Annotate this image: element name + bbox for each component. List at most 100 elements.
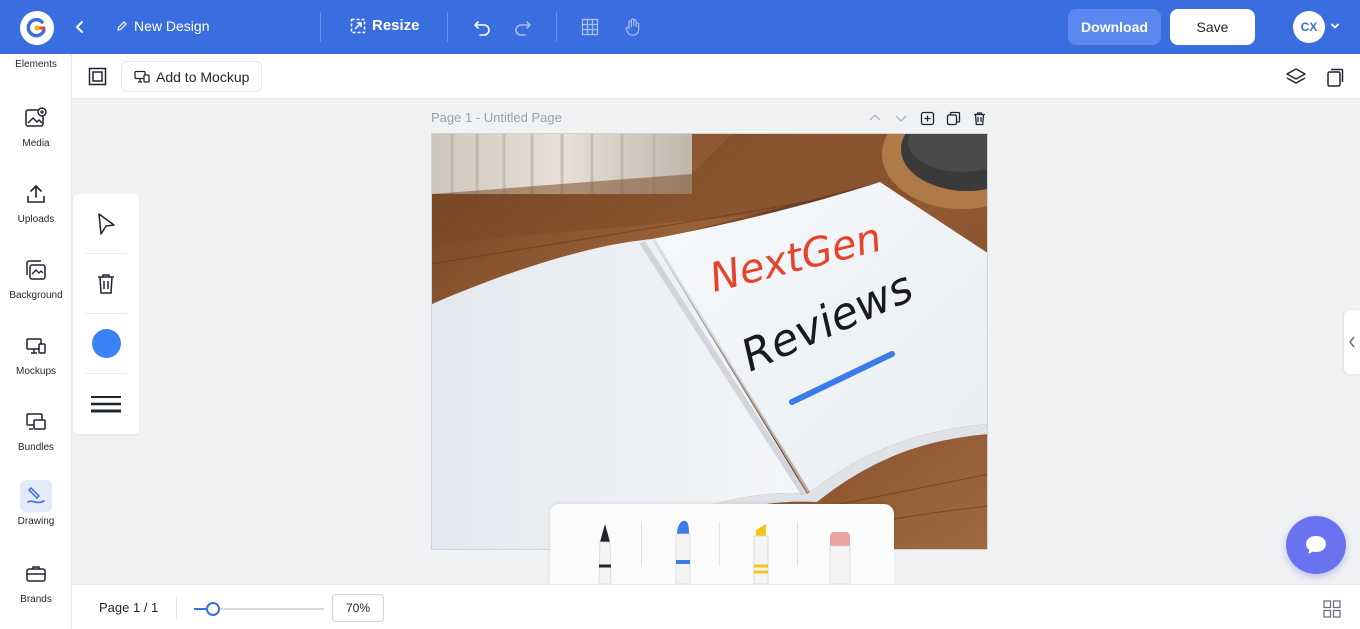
sidebar-item-uploads[interactable]: Uploads (0, 178, 72, 238)
current-color-swatch (91, 329, 121, 358)
chat-button[interactable] (1286, 516, 1346, 574)
right-panel-toggle[interactable] (1344, 310, 1360, 374)
eraser-icon (829, 532, 851, 584)
page-actions (866, 109, 988, 127)
add-to-mockup-button[interactable]: Add to Mockup (121, 61, 263, 92)
divider (719, 522, 720, 566)
duplicate-page-button[interactable] (944, 109, 962, 127)
sidebar-item-background[interactable]: Background (0, 254, 72, 314)
save-button[interactable]: Save (1170, 9, 1255, 45)
highlighter-tool[interactable] (746, 522, 776, 584)
add-page-button[interactable] (918, 109, 936, 127)
select-tool-button[interactable] (85, 194, 127, 254)
app-logo[interactable] (20, 11, 54, 45)
briefcase-icon (20, 558, 52, 590)
zoom-level[interactable]: 70% (332, 594, 384, 622)
upload-icon (20, 178, 52, 210)
cursor-icon (98, 212, 115, 235)
hand-tool-button[interactable] (621, 15, 645, 39)
image-add-icon (20, 102, 52, 134)
design-canvas[interactable]: NextGen Reviews (431, 133, 988, 550)
pen-icon (598, 524, 612, 584)
pencil-icon (117, 21, 127, 31)
delete-drawing-button[interactable] (85, 254, 127, 314)
undo-button[interactable] (470, 15, 494, 39)
delete-page-button[interactable] (970, 109, 988, 127)
top-bar: New Design Resize Download Save CX (0, 0, 1360, 54)
plus-square-icon (920, 111, 934, 125)
sidebar-item-label: Brands (20, 594, 52, 605)
divider (641, 522, 642, 566)
sidebar-item-label: Mockups (15, 366, 56, 377)
sidebar-item-label: Uploads (17, 214, 55, 225)
sidebar-item-label: Media (22, 138, 50, 149)
divider (320, 12, 321, 42)
move-page-down-button[interactable] (892, 109, 910, 127)
divider (176, 597, 177, 619)
sidebar-item-label: Drawing (17, 516, 55, 527)
chat-icon (1306, 536, 1326, 554)
eraser-tool[interactable] (825, 522, 855, 584)
devices-icon (134, 70, 150, 83)
sidebar-item-brands[interactable]: Brands (0, 558, 72, 618)
sidebar-item-label: Background (9, 290, 63, 301)
grid-view-button[interactable] (1323, 600, 1341, 623)
move-page-up-button[interactable] (866, 109, 884, 127)
sidebar-item-mockups[interactable]: Mockups (0, 330, 72, 390)
divider (797, 522, 798, 566)
divider (447, 12, 448, 42)
bundle-icon (20, 406, 52, 438)
bottom-bar: Page 1 / 1 70% (72, 584, 1360, 629)
chevron-down-icon[interactable] (1329, 19, 1341, 37)
resize-label: Resize (372, 17, 420, 34)
sub-toolbar: Add to Mockup (72, 54, 1360, 99)
avatar[interactable]: CX (1293, 11, 1325, 43)
notebook-photo: NextGen Reviews (432, 134, 987, 549)
highlighter-icon (753, 524, 769, 584)
marker-tool[interactable] (668, 520, 698, 584)
sidebar-item-drawing[interactable]: Drawing (0, 480, 72, 540)
frame-icon[interactable] (88, 67, 107, 91)
grid-icon (581, 18, 599, 36)
chevron-left-icon (1349, 336, 1355, 348)
sidebar-item-bundles[interactable]: Bundles (0, 406, 72, 466)
zoom-slider-handle[interactable] (206, 602, 220, 616)
left-sidebar: Elements Media Uploads Background Mockup… (0, 54, 72, 629)
hand-icon (625, 18, 640, 36)
page-title[interactable]: Page 1 - Untitled Page (431, 110, 562, 125)
color-picker-button[interactable] (85, 314, 127, 374)
stroke-width-button[interactable] (85, 374, 127, 434)
sidebar-item-media[interactable]: Media (0, 102, 72, 162)
logo-icon (26, 17, 46, 38)
add-to-mockup-label: Add to Mockup (156, 68, 250, 85)
divider (556, 12, 557, 42)
devices-icon (20, 330, 52, 362)
design-name-label: New Design (134, 18, 210, 34)
resize-button[interactable]: Resize (350, 17, 420, 34)
chevron-up-icon (869, 113, 881, 121)
brush-tray (550, 504, 894, 584)
back-button[interactable] (70, 17, 90, 37)
pen-tool[interactable] (590, 522, 620, 584)
draw-tools-panel (73, 194, 139, 434)
grid-button[interactable] (578, 15, 602, 39)
sidebar-item-elements[interactable]: Elements (0, 59, 72, 70)
copy-icon (946, 111, 960, 125)
chevron-down-icon (895, 115, 907, 123)
download-button[interactable]: Download (1068, 9, 1161, 45)
redo-button[interactable] (511, 15, 535, 39)
pages-icon[interactable] (1325, 67, 1345, 92)
redo-icon (515, 21, 532, 36)
design-name[interactable]: New Design (116, 18, 209, 34)
page-indicator[interactable]: Page 1 / 1 (99, 600, 158, 615)
background-icon (20, 254, 52, 286)
chevron-left-icon (75, 21, 83, 33)
sidebar-item-label: Bundles (17, 442, 55, 453)
layers-icon[interactable] (1285, 67, 1307, 92)
grid-view-icon (1323, 600, 1341, 618)
resize-icon (350, 18, 366, 33)
marker-icon (675, 520, 691, 584)
undo-icon (473, 21, 490, 36)
stroke-width-icon (91, 396, 121, 413)
drawing-icon (20, 480, 52, 512)
